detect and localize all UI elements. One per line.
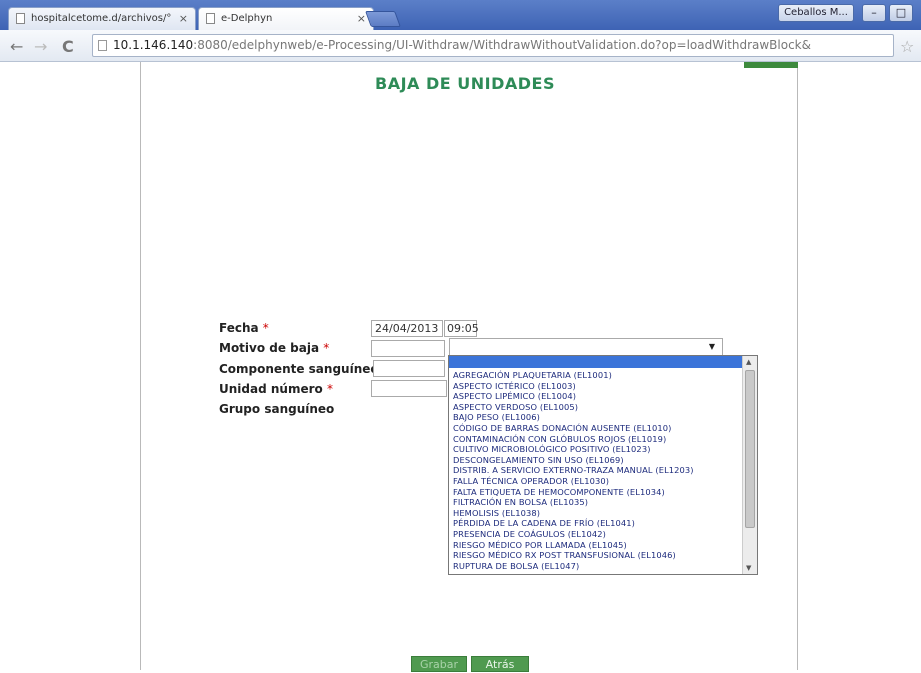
list-item[interactable]: ASPECTO ICTÉRICO (EL1003)	[453, 381, 743, 392]
new-tab-button[interactable]	[365, 11, 401, 27]
motivo-label: Motivo de baja *	[219, 341, 329, 355]
fecha-date-field[interactable]: 24/04/2013	[371, 320, 443, 337]
tab-label: hospitalcetome.d/archivos/°	[31, 13, 172, 24]
unidad-label-text: Unidad número	[219, 382, 323, 396]
list-item[interactable]: PÉRDIDA DE LA CADENA DE FRÍO (EL1041)	[453, 518, 743, 529]
list-item[interactable]: RIESGO MÉDICO POR LLAMADA (EL1045)	[453, 540, 743, 551]
grupo-label: Grupo sanguíneo	[219, 402, 335, 416]
list-item[interactable]: CÓDIGO DE BARRAS DONACIÓN AUSENTE (EL101…	[453, 423, 743, 434]
selected-highlight	[449, 356, 744, 368]
page-icon	[16, 13, 25, 24]
scroll-down-icon[interactable]: ▼	[746, 564, 751, 572]
list-item[interactable]: ASPECTO VERDOSO (EL1005)	[453, 402, 743, 413]
unidad-field[interactable]	[371, 380, 447, 397]
list-item[interactable]: FALLA TÉCNICA OPERADOR (EL1030)	[453, 476, 743, 487]
list-item[interactable]: RUPTURA DE BOLSA (EL1047)	[453, 561, 743, 572]
bookmark-star-icon[interactable]: ☆	[900, 37, 914, 56]
browser-titlebar: hospitalcetome.d/archivos/° × e-Delphyn …	[0, 0, 921, 30]
list-item[interactable]: FALTA ETIQUETA DE HEMOCOMPONENTE (EL1034…	[453, 487, 743, 498]
forward-icon[interactable]: →	[34, 37, 47, 56]
list-item[interactable]: AGREGACIÓN PLAQUETARIA (EL1001)	[453, 370, 743, 381]
scroll-up-icon[interactable]: ▲	[746, 358, 751, 366]
list-item[interactable]: RIESGO MÉDICO RX POST TRANSFUSIONAL (EL1…	[453, 550, 743, 561]
dropdown-scrollbar[interactable]: ▲ ▼	[742, 356, 757, 574]
motivo-options: AGREGACIÓN PLAQUETARIA (EL1001) ASPECTO …	[453, 370, 743, 571]
scroll-thumb[interactable]	[745, 370, 755, 528]
url-path: :8080/edelphynweb/e-Processing/UI-Withdr…	[193, 38, 811, 52]
back-icon[interactable]: ←	[10, 37, 23, 56]
tab-label: e-Delphyn	[221, 13, 273, 24]
list-item[interactable]: DESCONGELAMIENTO SIN USO (EL1069)	[453, 455, 743, 466]
fecha-label-text: Fecha	[219, 321, 259, 335]
tab-hospital[interactable]: hospitalcetome.d/archivos/° ×	[8, 7, 196, 30]
motivo-dropdown-list[interactable]: AGREGACIÓN PLAQUETARIA (EL1001) ASPECTO …	[448, 355, 758, 575]
page-title: BAJA DE UNIDADES	[375, 74, 555, 93]
list-item[interactable]: PRESENCIA DE COÁGULOS (EL1042)	[453, 529, 743, 540]
required-mark: *	[326, 382, 333, 396]
componente-label: Componente sanguíneo *	[219, 362, 389, 376]
list-item[interactable]: CULTIVO MICROBIOLÓGICO POSITIVO (EL1023)	[453, 444, 743, 455]
close-icon[interactable]: ×	[179, 12, 188, 25]
restore-button[interactable]: □	[889, 4, 913, 22]
componente-field[interactable]	[373, 360, 445, 377]
header-accent-bar	[744, 62, 798, 68]
motivo-label-text: Motivo de baja	[219, 341, 320, 355]
unidad-label: Unidad número *	[219, 382, 333, 396]
componente-label-text: Componente sanguíneo	[219, 362, 379, 376]
required-mark: *	[262, 321, 269, 335]
url-host: 10.1.146.140	[113, 38, 194, 52]
list-item[interactable]: CONTAMINACIÓN CON GLÓBULOS ROJOS (EL1019…	[453, 434, 743, 445]
minimize-button[interactable]: –	[862, 4, 886, 22]
reload-icon[interactable]: C	[62, 37, 74, 56]
browser-toolbar: ← → C 10.1.146.140:8080/edelphynweb/e-Pr…	[0, 30, 921, 62]
chevron-down-icon[interactable]: ▼	[709, 342, 715, 351]
close-icon[interactable]: ×	[357, 12, 366, 25]
required-mark: *	[323, 341, 330, 355]
fecha-time-field[interactable]: 09:05	[444, 320, 479, 337]
page-icon	[98, 40, 107, 51]
list-item[interactable]: HEMOLISIS (EL1038)	[453, 508, 743, 519]
page-content: BAJA DE UNIDADES Fecha * 24/04/2013 09:0…	[140, 62, 798, 672]
page-icon	[206, 13, 215, 24]
fecha-label: Fecha *	[219, 321, 269, 335]
motivo-code-field[interactable]	[371, 340, 445, 357]
user-profile-button[interactable]: Ceballos M...	[778, 4, 854, 22]
motivo-select[interactable]: ▼	[449, 338, 723, 356]
tab-edelphyn[interactable]: e-Delphyn ×	[198, 7, 374, 30]
list-item[interactable]: FILTRACIÓN EN BOLSA (EL1035)	[453, 497, 743, 508]
list-item[interactable]: BAJO PESO (EL1006)	[453, 412, 743, 423]
list-item[interactable]: DISTRIB. A SERVICIO EXTERNO-TRAZA MANUAL…	[453, 465, 743, 476]
list-item[interactable]: ASPECTO LIPÉMICO (EL1004)	[453, 391, 743, 402]
address-bar[interactable]: 10.1.146.140:8080/edelphynweb/e-Processi…	[92, 34, 894, 57]
